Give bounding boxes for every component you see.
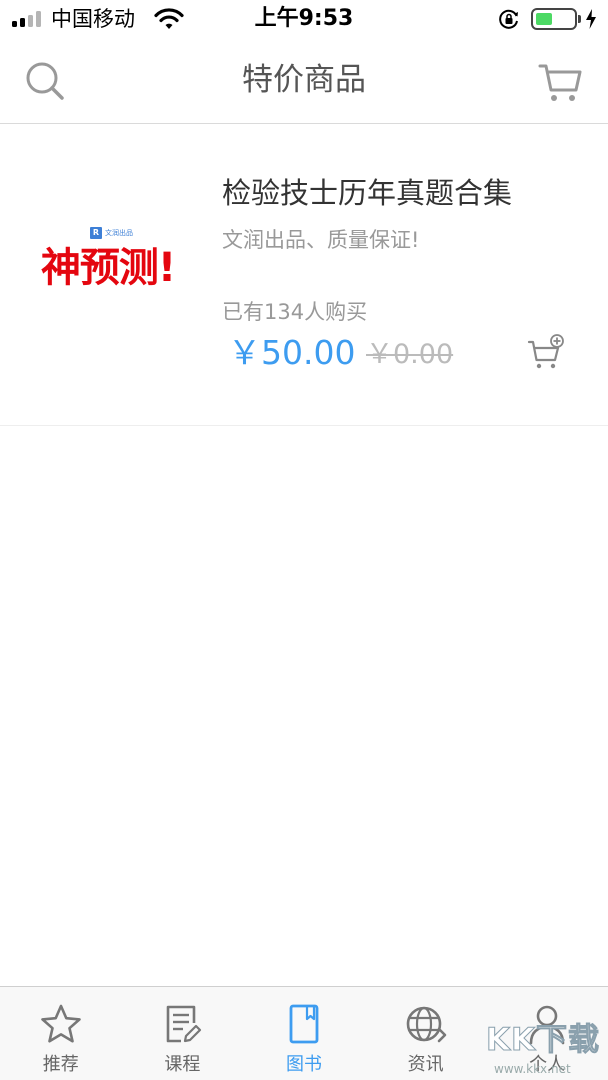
add-to-cart-icon[interactable] (526, 332, 568, 374)
nav-bar: 特价商品 (0, 40, 608, 124)
product-item[interactable]: R 文润出品 神预测! 检验技士历年真题合集 文润出品、质量保证! 已有134人… (0, 124, 608, 426)
cover-brand-text: 文润出品 (105, 228, 133, 237)
sold-count: 已有134人购买 (222, 300, 368, 324)
cover-headline: 神预测! (40, 245, 176, 291)
watermark-logo: KK下载 (485, 1022, 601, 1059)
document-edit-icon (167, 1005, 202, 1043)
watermark-url: www.kkx.net (494, 1062, 571, 1076)
cart-icon[interactable] (532, 54, 588, 110)
battery-level (536, 13, 552, 25)
watermark: KK下载 www.kkx.net (485, 1018, 602, 1078)
tab-courses[interactable]: 课程 (122, 987, 244, 1080)
battery-icon (531, 8, 581, 30)
tab-recommend[interactable]: 推荐 (0, 987, 122, 1080)
current-price: ￥50.00 (228, 333, 356, 372)
tab-recommend-label: 推荐 (42, 1054, 79, 1075)
tab-books-label: 图书 (285, 1054, 322, 1075)
page-title: 特价商品 (242, 62, 366, 98)
status-bar: 中国移动 上午9:53 (0, 0, 608, 40)
product-title[interactable]: 检验技士历年真题合集 (222, 172, 512, 214)
tab-news[interactable]: 资讯 (365, 987, 487, 1080)
charging-bolt-icon (586, 9, 596, 29)
product-subtitle: 文润出品、质量保证! (222, 228, 420, 252)
book-icon (289, 1004, 319, 1044)
product-cover-image[interactable]: R 文润出品 神预测! (22, 218, 194, 310)
tab-courses-label: 课程 (164, 1054, 201, 1075)
globe-icon (406, 1006, 446, 1043)
star-icon (40, 1004, 81, 1043)
original-price: ￥0.00 (366, 339, 454, 370)
rotation-lock-icon (499, 9, 518, 29)
tab-news-label: 资讯 (407, 1054, 444, 1075)
tab-books[interactable]: 图书 (243, 987, 365, 1080)
